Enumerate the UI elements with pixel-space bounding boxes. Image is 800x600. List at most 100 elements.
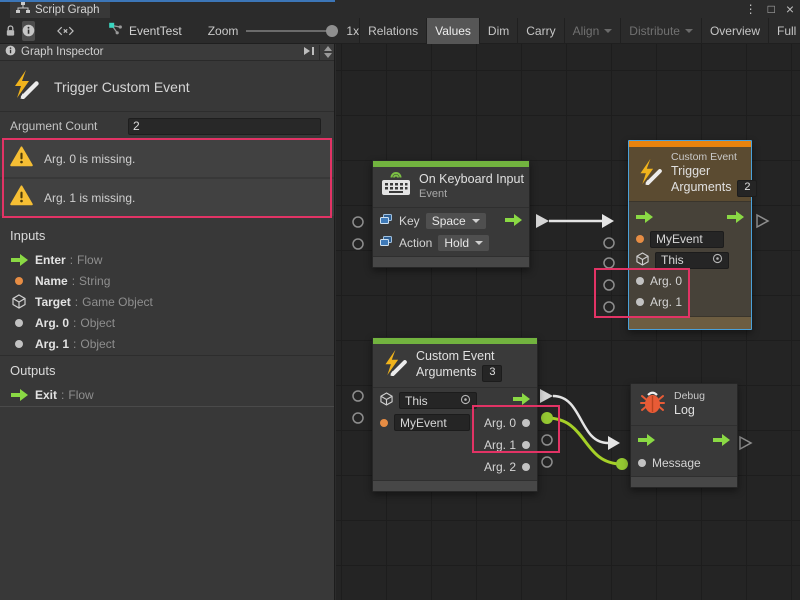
warning-triangle-icon xyxy=(10,185,33,211)
port-event-arg0-external-connected[interactable] xyxy=(541,412,553,424)
message-label: Message xyxy=(652,456,701,470)
outputs-section-label: Outputs xyxy=(10,363,56,378)
key-row: Key Space xyxy=(373,210,529,232)
node-title: On Keyboard Input xyxy=(419,172,524,188)
port-trigger-flow-out-external[interactable] xyxy=(757,215,768,227)
argument-count-field[interactable]: 3 xyxy=(482,365,502,382)
dim-button[interactable]: Dim xyxy=(479,18,517,44)
node-debug-log[interactable]: Debug Log Message xyxy=(630,383,738,488)
port-trigger-arg0-external[interactable] xyxy=(604,280,614,290)
spinner-up-icon[interactable] xyxy=(324,46,332,51)
cube-icon[interactable] xyxy=(380,392,393,409)
port-event-flow-out[interactable] xyxy=(540,389,553,403)
string-port-icon xyxy=(10,277,28,285)
string-port-icon[interactable] xyxy=(636,235,644,243)
inspector-toggle-button[interactable] xyxy=(22,21,35,41)
divider xyxy=(0,111,334,112)
node-footer xyxy=(629,316,751,329)
lightning-pencil-icon xyxy=(636,158,663,190)
string-port-icon[interactable] xyxy=(380,419,388,427)
zoom-label: Zoom xyxy=(208,24,239,38)
target-field[interactable]: This xyxy=(655,252,729,269)
wire-arrowhead xyxy=(608,436,620,450)
port-event-arg2-external[interactable] xyxy=(542,457,552,467)
spinner-down-icon[interactable] xyxy=(324,53,332,58)
port-keyboard-key-external[interactable] xyxy=(353,217,363,227)
chevron-down-icon xyxy=(604,29,612,33)
argument-count-row: Argument Count 2 xyxy=(0,116,334,136)
port-event-name-external[interactable] xyxy=(353,413,363,423)
graph-toolbar: EventTest Zoom 1x Relations Values Dim C… xyxy=(0,18,800,44)
distribute-button[interactable]: Distribute xyxy=(620,18,701,44)
relations-button[interactable]: Relations xyxy=(359,18,426,44)
code-preview-button[interactable] xyxy=(57,21,74,41)
flow-in-arrow-icon[interactable] xyxy=(636,211,653,226)
arg1-row: Arg. 1 xyxy=(373,434,537,456)
port-event-target-external[interactable] xyxy=(353,391,363,401)
port-keyboard-action-external[interactable] xyxy=(353,239,363,249)
info-icon xyxy=(5,43,16,61)
panel-spinner[interactable] xyxy=(319,45,332,60)
action-dropdown[interactable]: Hold xyxy=(438,235,489,251)
arg2-row: Arg. 2 xyxy=(373,456,537,478)
object-port-icon[interactable] xyxy=(522,441,530,449)
graph-reference[interactable]: EventTest xyxy=(108,22,182,40)
node-kind: Debug xyxy=(674,390,705,403)
align-button[interactable]: Align xyxy=(564,18,621,44)
event-name-field[interactable]: MyEvent xyxy=(650,231,724,248)
event-name-field[interactable]: MyEvent xyxy=(394,414,470,431)
zoom-value: 1x xyxy=(346,24,359,38)
inspector-title: Graph Inspector xyxy=(21,46,103,58)
key-dropdown[interactable]: Space xyxy=(426,213,486,229)
zoom-slider[interactable] xyxy=(246,30,338,32)
flow-out-arrow-icon[interactable] xyxy=(513,393,530,408)
dock-panel-icon[interactable] xyxy=(303,43,315,61)
flow-out-arrow-icon[interactable] xyxy=(727,211,744,226)
window-menu-icon[interactable]: ⋮ xyxy=(745,0,757,18)
carry-button[interactable]: Carry xyxy=(517,18,563,44)
node-custom-event[interactable]: Custom Event Arguments3 This MyEvent Arg xyxy=(372,337,538,492)
title-bar: Script Graph ⋮ □ × xyxy=(0,0,800,18)
window-maximize-icon[interactable]: □ xyxy=(768,0,775,18)
node-trigger-custom-event[interactable]: Custom Event Trigger Arguments2 MyEvent xyxy=(628,140,752,330)
full-screen-button[interactable]: Full Screen xyxy=(768,18,800,44)
port-log-flow-out-external[interactable] xyxy=(740,437,751,449)
graph-canvas[interactable]: On Keyboard Input Event Key Space Action… xyxy=(336,44,800,600)
flow-arrow-icon xyxy=(10,389,28,401)
target-row: This xyxy=(629,250,751,271)
zoom-slider-handle[interactable] xyxy=(326,25,338,37)
port-log-message-external-connected[interactable] xyxy=(616,458,628,470)
target-field[interactable]: This xyxy=(399,392,477,409)
warning-triangle-icon xyxy=(10,146,33,172)
flow-in-arrow-icon[interactable] xyxy=(638,434,655,449)
graph-name-label: EventTest xyxy=(129,24,182,38)
flow-out-arrow-icon[interactable] xyxy=(505,214,522,229)
object-port-icon[interactable] xyxy=(636,277,644,285)
values-button[interactable]: Values xyxy=(426,18,479,44)
object-picker-icon[interactable] xyxy=(460,394,471,408)
object-port-icon[interactable] xyxy=(522,463,530,471)
port-keyboard-flow-out[interactable] xyxy=(536,214,549,228)
object-picker-icon[interactable] xyxy=(712,253,723,267)
overview-button[interactable]: Overview xyxy=(701,18,768,44)
arg0-row: Arg. 0 xyxy=(629,271,751,292)
tab-script-graph[interactable]: Script Graph xyxy=(10,2,110,18)
node-on-keyboard-input[interactable]: On Keyboard Input Event Key Space Action… xyxy=(372,160,530,268)
lightning-pencil-icon xyxy=(10,69,40,104)
object-port-icon[interactable] xyxy=(522,419,530,427)
lock-button[interactable] xyxy=(5,21,16,41)
object-port-icon xyxy=(10,340,28,348)
argument-count-input[interactable]: 2 xyxy=(128,118,321,135)
action-label: Action xyxy=(399,236,432,250)
object-port-icon[interactable] xyxy=(638,459,646,467)
port-event-arg1-external[interactable] xyxy=(542,435,552,445)
object-port-icon[interactable] xyxy=(636,298,644,306)
port-trigger-target-external[interactable] xyxy=(604,258,614,268)
flow-out-arrow-icon[interactable] xyxy=(713,434,730,449)
cube-icon[interactable] xyxy=(636,252,649,269)
argument-count-field[interactable]: 2 xyxy=(737,180,757,197)
port-trigger-name-external[interactable] xyxy=(604,238,614,248)
port-trigger-arg1-external[interactable] xyxy=(604,302,614,312)
output-port-row-exit: Exit : Flow xyxy=(0,384,334,405)
window-close-icon[interactable]: × xyxy=(786,0,794,18)
